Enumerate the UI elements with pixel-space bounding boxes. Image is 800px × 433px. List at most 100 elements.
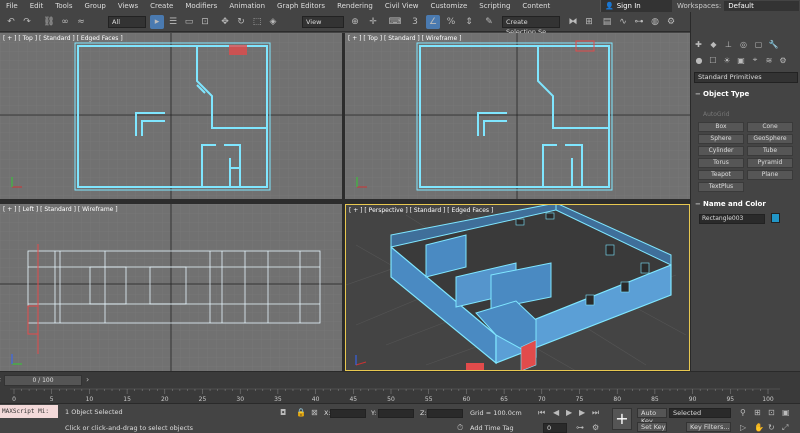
auto-key-button[interactable]: Auto Key (637, 408, 667, 425)
unlink-icon[interactable]: ∞ (58, 15, 72, 29)
menu-scripting[interactable]: Scripting (473, 2, 516, 10)
render-setup-icon[interactable]: ⚙ (664, 15, 678, 29)
time-prev-icon[interactable]: ‹ (0, 375, 1, 384)
orbit-icon[interactable]: ↻ (768, 423, 775, 432)
geometry-icon[interactable]: ● (693, 54, 705, 66)
teapot-button[interactable]: Teapot (698, 170, 744, 180)
torus-button[interactable]: Torus (698, 158, 744, 168)
shapes-icon[interactable]: ☐ (707, 54, 719, 66)
key-selection-dropdown[interactable]: Selected (669, 408, 731, 418)
keyboard-shortcut-icon[interactable]: ⌨ (388, 15, 402, 29)
viewport-label[interactable]: [ + ] [ Left ] [ Standard ] [ Wireframe … (3, 206, 118, 213)
schematic-view-icon[interactable]: ⊶ (632, 15, 646, 29)
time-slider[interactable]: 0 / 100 (4, 375, 82, 386)
isolate-icon[interactable]: ◘ (280, 408, 286, 417)
space-warps-icon[interactable]: ≋ (763, 54, 775, 66)
pivot-center-icon[interactable]: ⊕ (348, 15, 362, 29)
spinner-snap-icon[interactable]: ⇕ (462, 15, 476, 29)
modify-tab-icon[interactable]: ◆ (706, 38, 721, 51)
object-name-field[interactable]: Rectangle003 (699, 214, 765, 224)
add-time-tag[interactable]: Add Time Tag (470, 424, 514, 432)
named-selection-dropdown[interactable]: Create Selection Se (502, 16, 560, 36)
menu-create[interactable]: Create (144, 2, 179, 10)
time-config-icon[interactable]: ⚙ (592, 423, 599, 432)
menu-customize[interactable]: Customize (425, 2, 474, 10)
link-icon[interactable]: ⛓ (42, 15, 56, 29)
key-filters-button[interactable]: Key Filters... (686, 422, 731, 432)
primitive-type-dropdown[interactable]: Standard Primitives (694, 72, 798, 83)
zoom-extents-icon[interactable]: ⊡ (768, 408, 775, 417)
zoom-all-icon[interactable]: ⊞ (754, 408, 761, 417)
mirror-icon[interactable]: ⧓ (566, 15, 580, 29)
create-tab-icon[interactable]: ✚ (691, 38, 706, 51)
menu-views[interactable]: Views (112, 2, 144, 10)
name-color-header[interactable]: Name and Color (694, 198, 798, 210)
object-type-header[interactable]: Object Type (694, 88, 798, 100)
zoom-extents-all-icon[interactable]: ▣ (782, 408, 790, 417)
window-crossing-icon[interactable]: ⊡ (198, 15, 212, 29)
utilities-tab-icon[interactable]: 🔧 (766, 38, 781, 51)
curve-editor-icon[interactable]: ∿ (616, 15, 630, 29)
key-mode-icon[interactable]: ⊶ (576, 423, 584, 432)
redo-icon[interactable]: ↷ (20, 15, 34, 29)
maximize-viewport-icon[interactable]: ⤢ (782, 423, 788, 433)
next-frame-icon[interactable]: ▶ (579, 408, 585, 417)
z-coord-field[interactable] (427, 409, 463, 418)
reference-coord-dropdown[interactable]: View (302, 16, 344, 28)
viewport-label[interactable]: [ + ] [ Top ] [ Standard ] [ Wireframe ] (348, 35, 461, 42)
material-editor-icon[interactable]: ◍ (648, 15, 662, 29)
textplus-button[interactable]: TextPlus (698, 182, 744, 192)
display-tab-icon[interactable]: ▢ (751, 38, 766, 51)
systems-icon[interactable]: ⚙ (777, 54, 789, 66)
signin-button[interactable]: 👤 Sign In (600, 0, 672, 12)
workspaces-dropdown[interactable]: Default (724, 1, 800, 11)
sphere-button[interactable]: Sphere (698, 134, 744, 144)
current-frame-field[interactable]: 0 (543, 423, 567, 433)
menu-animation[interactable]: Animation (223, 2, 271, 10)
menu-tools[interactable]: Tools (49, 2, 78, 10)
select-object-icon[interactable]: ▸ (150, 15, 164, 29)
geosphere-button[interactable]: GeoSphere (747, 134, 793, 144)
placement-icon[interactable]: ◈ (266, 15, 280, 29)
rotate-icon[interactable]: ↻ (234, 15, 248, 29)
menu-modifiers[interactable]: Modifiers (179, 2, 223, 10)
y-coord-field[interactable] (378, 409, 414, 418)
menu-file[interactable]: File (0, 2, 24, 10)
select-by-name-icon[interactable]: ☰ (166, 15, 180, 29)
viewport-top-edged[interactable]: [ + ] [ Top ] [ Standard ] [ Edged Faces… (0, 33, 342, 199)
menu-graph-editors[interactable]: Graph Editors (271, 2, 331, 10)
x-coord-field[interactable] (330, 409, 366, 418)
motion-tab-icon[interactable]: ◎ (736, 38, 751, 51)
set-keys-button[interactable]: + (612, 408, 632, 430)
scale-icon[interactable]: ⬚ (250, 15, 264, 29)
plane-button[interactable]: Plane (747, 170, 793, 180)
autogrid-checkbox[interactable]: AutoGrid (703, 111, 730, 118)
object-color-swatch[interactable] (771, 213, 780, 223)
undo-icon[interactable]: ↶ (4, 15, 18, 29)
field-of-view-icon[interactable]: ▷ (740, 423, 746, 432)
bind-space-warp-icon[interactable]: ≈ (74, 15, 88, 29)
track-bar[interactable]: 0 5 10 15 20 25 30 35 40 45 50 55 60 65 70 75 80 85 90 95 10… (0, 388, 800, 403)
pyramid-button[interactable]: Pyramid (747, 158, 793, 168)
menu-group[interactable]: Group (79, 2, 112, 10)
viewport-label[interactable]: [ + ] [ Perspective ] [ Standard ] [ Edg… (349, 207, 493, 214)
viewport-left-wireframe[interactable]: [ + ] [ Left ] [ Standard ] [ Wireframe … (0, 204, 342, 371)
goto-end-icon[interactable]: ⏭ (592, 408, 599, 418)
cone-button[interactable]: Cone (747, 122, 793, 132)
zoom-icon[interactable]: ⚲ (740, 408, 746, 417)
snaps-toggle-icon[interactable]: 3 (408, 15, 422, 29)
hierarchy-tab-icon[interactable]: ⊥ (721, 38, 736, 51)
helpers-icon[interactable]: ⌖ (749, 54, 761, 66)
selection-lock-icon[interactable]: 🔒 (296, 408, 306, 417)
viewport-perspective[interactable]: [ + ] [ Perspective ] [ Standard ] [ Edg… (345, 204, 690, 371)
maxscript-listener[interactable]: MAXScript Mi: (0, 405, 58, 418)
selection-filter-dropdown[interactable]: All (108, 16, 146, 28)
play-icon[interactable]: ▶ (566, 408, 572, 417)
edit-named-sel-icon[interactable]: ✎ (482, 15, 496, 29)
tube-button[interactable]: Tube (747, 146, 793, 156)
align-icon[interactable]: ⊞ (582, 15, 596, 29)
menu-rendering[interactable]: Rendering (331, 2, 379, 10)
layer-explorer-icon[interactable]: ▤ (600, 15, 614, 29)
viewport-top-wireframe[interactable]: [ + ] [ Top ] [ Standard ] [ Wireframe ] (345, 33, 690, 199)
move-icon[interactable]: ✥ (218, 15, 232, 29)
